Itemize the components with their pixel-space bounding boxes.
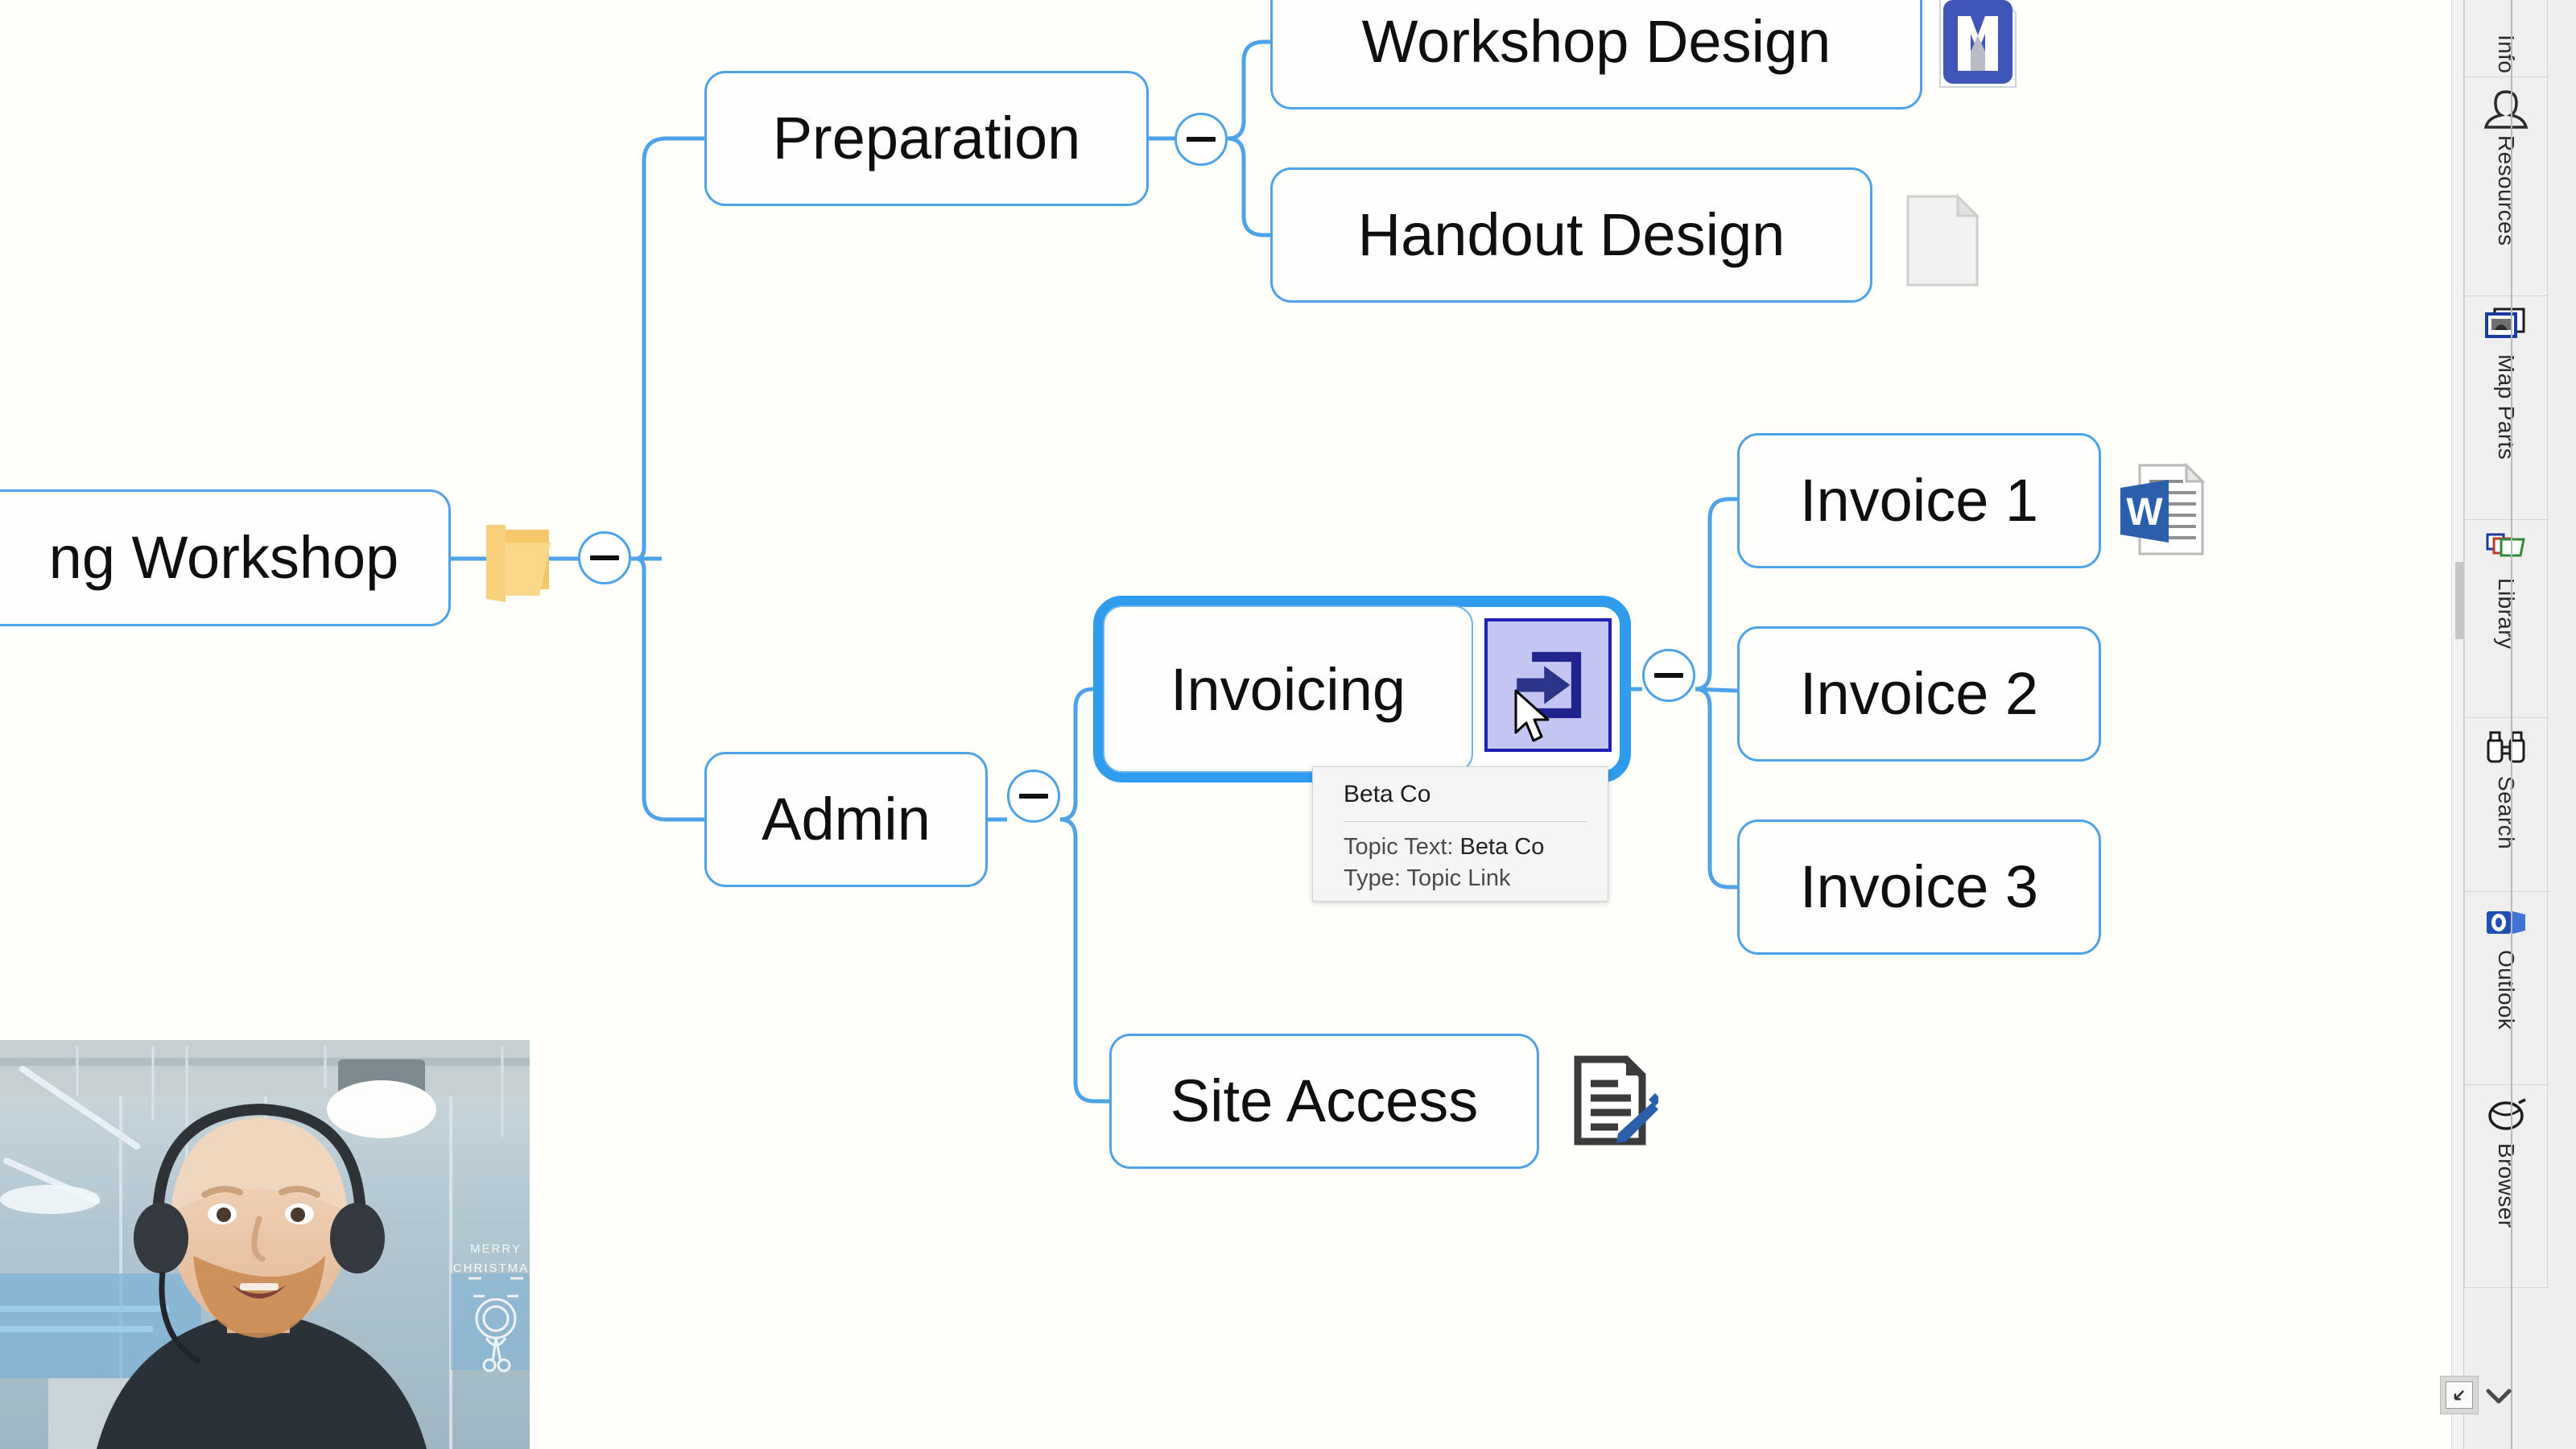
svg-text:W: W	[2126, 491, 2163, 534]
topic-invoice-2-label: Invoice 2	[1799, 660, 2039, 727]
minus-icon	[1019, 794, 1048, 799]
notes-edit-icon[interactable]	[1568, 1053, 1662, 1148]
sidebar-item-library-label: Library	[2494, 578, 2519, 650]
open-folder-icon	[481, 512, 552, 605]
map-parts-icon	[2483, 304, 2529, 349]
mouse-cursor-icon	[1514, 689, 1550, 742]
tooltip-value-type: Topic Link	[1406, 865, 1511, 892]
person-icon	[2483, 85, 2529, 130]
svg-text:MERRY: MERRY	[470, 1242, 522, 1256]
sidebar-item-map-parts-label: Map Parts	[2494, 354, 2519, 460]
binoculars-icon	[2483, 726, 2529, 771]
right-task-pane[interactable]: Info Resources Map Parts Library Search …	[2463, 0, 2576, 1449]
topic-invoice-3-label: Invoice 3	[1799, 853, 2039, 920]
sidebar-item-resources[interactable]: Resources	[2464, 77, 2548, 296]
topic-invoicing-label: Invoicing	[1170, 655, 1406, 723]
word-document-icon[interactable]: W	[2117, 462, 2206, 559]
tooltip-value-topic-text: Beta Co	[1459, 834, 1545, 860]
tooltip-label-topic-text: Topic Text:	[1344, 834, 1454, 860]
sidebar-item-browser-label: Browser	[2494, 1143, 2519, 1228]
mindmap-canvas[interactable]: ng Workshop Preparation Workshop Design	[0, 0, 2463, 1449]
minus-icon	[590, 555, 619, 560]
panel-divider	[2511, 0, 2512, 1449]
topic-invoice-1[interactable]: Invoice 1	[1737, 433, 2101, 568]
sidebar-item-library[interactable]: Library	[2464, 520, 2548, 718]
topic-admin[interactable]: Admin	[704, 752, 988, 887]
minus-icon	[1654, 673, 1683, 678]
restore-window-button[interactable]	[2440, 1376, 2479, 1414]
sidebar-item-search[interactable]: Search	[2464, 718, 2548, 892]
chevron-down-icon[interactable]	[2484, 1386, 2513, 1407]
topic-site-access-label: Site Access	[1170, 1067, 1479, 1134]
topic-invoice-3[interactable]: Invoice 3	[1737, 819, 2101, 955]
topic-invoicing[interactable]: Invoicing	[1103, 605, 1473, 773]
topic-link-tooltip: Beta Co Topic Text: Beta Co Type: Topic …	[1312, 766, 1608, 902]
collapse-button-preparation[interactable]	[1174, 113, 1228, 166]
minus-icon	[1187, 137, 1216, 142]
sidebar-item-map-parts[interactable]: Map Parts	[2464, 296, 2548, 520]
sidebar-item-info-label: Info	[2494, 34, 2519, 73]
restore-window-icon	[2446, 1381, 2473, 1409]
tooltip-row-topic-text: Topic Text: Beta Co	[1344, 832, 1587, 863]
topic-handout-design-label: Handout Design	[1357, 201, 1785, 268]
collapse-button-root[interactable]	[578, 531, 631, 584]
svg-text:CHRISTMAS: CHRISTMAS	[453, 1261, 530, 1275]
sidebar-item-info[interactable]: Info	[2464, 0, 2548, 77]
topic-preparation[interactable]: Preparation	[704, 71, 1149, 206]
mindmanager-file-icon[interactable]	[1935, 0, 2019, 90]
topic-handout-design[interactable]: Handout Design	[1270, 167, 1872, 303]
topic-root-label: ng Workshop	[48, 524, 399, 591]
tooltip-label-type: Type:	[1344, 865, 1401, 892]
tooltip-row-type: Type: Topic Link	[1344, 863, 1587, 894]
blank-document-icon[interactable]	[1900, 192, 1984, 290]
topic-root[interactable]: ng Workshop	[0, 489, 451, 626]
webcam-overlay[interactable]: MERRY CHRISTMAS	[0, 1040, 530, 1449]
browser-icon	[2483, 1093, 2529, 1138]
sidebar-item-resources-label: Resources	[2494, 135, 2519, 246]
topic-invoice-1-label: Invoice 1	[1799, 467, 2039, 534]
collapse-button-admin[interactable]	[1007, 770, 1060, 823]
topic-workshop-design[interactable]: Workshop Design	[1270, 0, 1922, 109]
outlook-icon	[2483, 900, 2529, 945]
tooltip-divider	[1344, 821, 1587, 822]
collapse-button-invoicing[interactable]	[1642, 649, 1695, 702]
sidebar-item-outlook[interactable]: Outlook	[2464, 892, 2548, 1085]
topic-preparation-label: Preparation	[772, 105, 1081, 171]
topic-workshop-design-label: Workshop Design	[1361, 8, 1831, 75]
topic-invoice-2[interactable]: Invoice 2	[1737, 626, 2101, 762]
sidebar-item-browser[interactable]: Browser	[2464, 1085, 2548, 1288]
topic-admin-label: Admin	[762, 786, 931, 852]
tooltip-title: Beta Co	[1344, 781, 1431, 807]
sidebar-item-search-label: Search	[2494, 776, 2519, 850]
right-pane-tabstrip: Info Resources Map Parts Library Search …	[2464, 0, 2548, 1288]
topic-site-access[interactable]: Site Access	[1109, 1034, 1539, 1169]
sidebar-item-outlook-label: Outlook	[2494, 950, 2519, 1030]
app-window: ng Workshop Preparation Workshop Design	[0, 0, 2576, 1449]
library-icon	[2483, 528, 2529, 573]
